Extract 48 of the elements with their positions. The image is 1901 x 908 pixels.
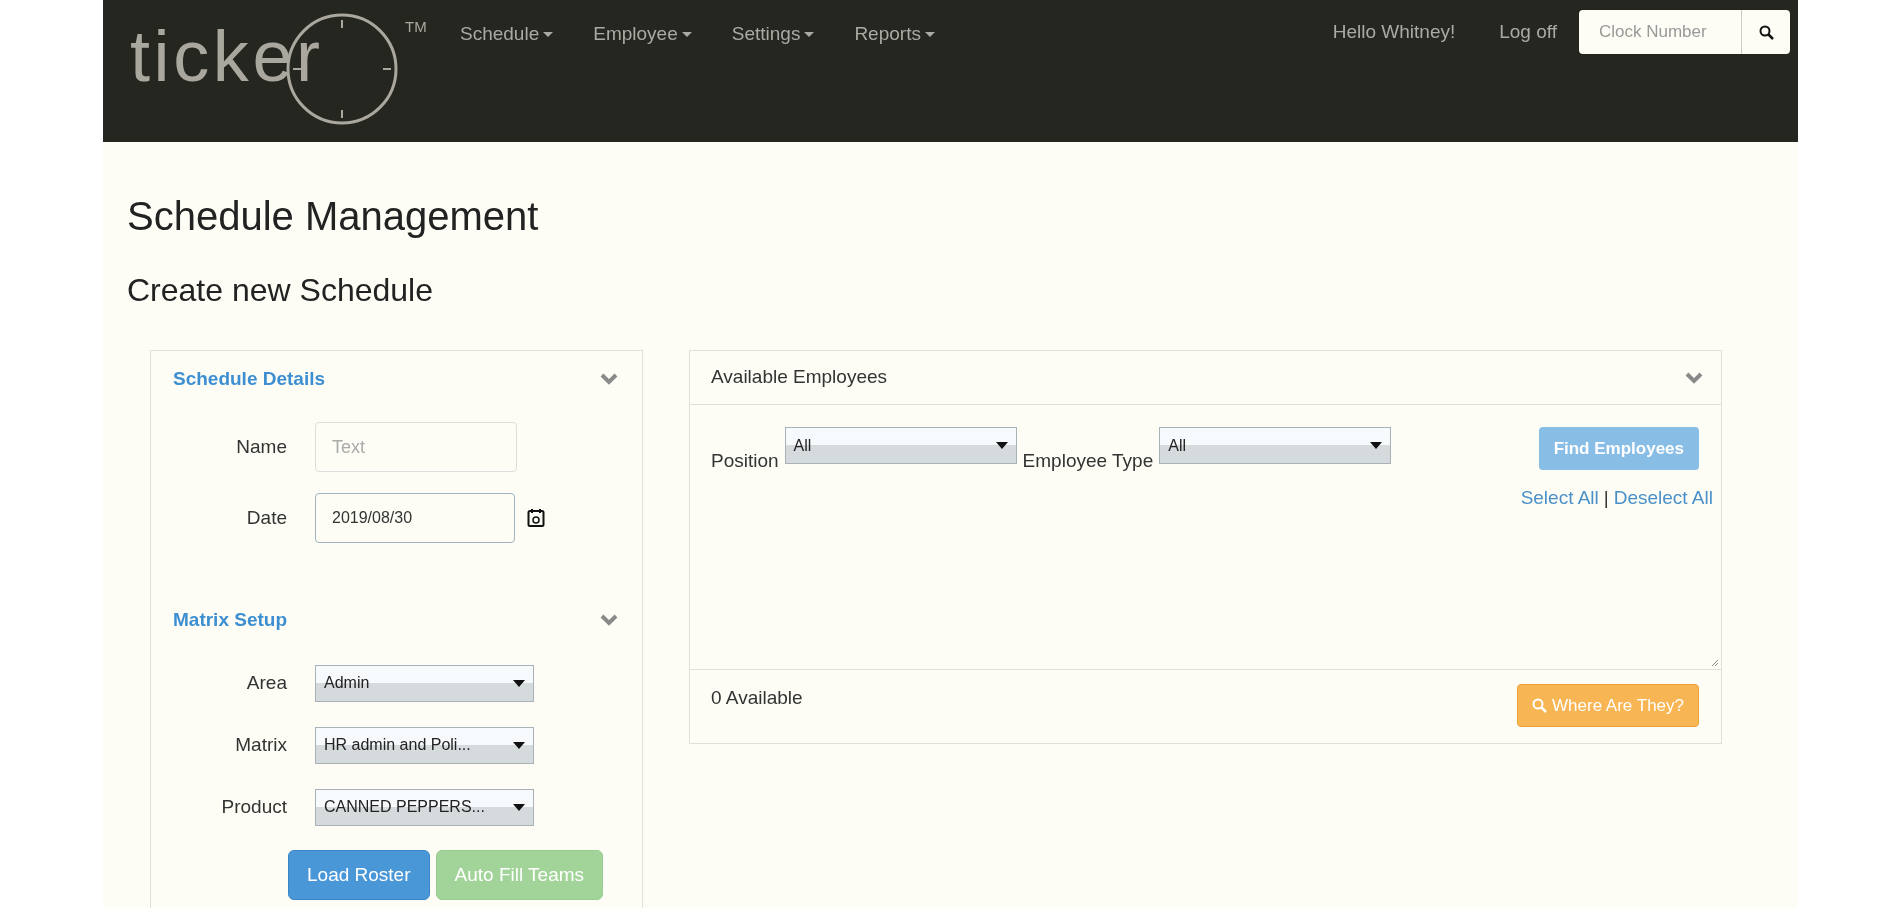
nav-menu[interactable]: Settings (731, 20, 815, 49)
field-label: Name (235, 434, 288, 459)
caret-icon (513, 741, 525, 749)
section-heading: Schedule Details (173, 367, 326, 391)
name-input-field[interactable]: Text (315, 422, 517, 472)
nav-menu[interactable]: Reports (854, 20, 935, 49)
chevron-down-icon[interactable] (600, 373, 618, 386)
trademark-mark: TM (405, 17, 427, 37)
select-dropdown[interactable]: HR admin and Poli... (315, 726, 534, 764)
search-icon (1532, 698, 1547, 713)
search-icon (1758, 24, 1774, 40)
field-label: Matrix (234, 732, 288, 757)
nav-menu[interactable]: Employee (593, 20, 692, 49)
nav-menu[interactable]: Schedule (460, 20, 554, 49)
select-dropdown[interactable]: CANNED PEPPERS... (315, 788, 534, 826)
clock-number-input-field[interactable]: Clock Number (1579, 10, 1741, 54)
caret-icon (995, 442, 1008, 449)
select-dropdown[interactable]: Admin (315, 664, 534, 702)
resize-handle-icon[interactable] (1711, 659, 1719, 667)
search-button[interactable] (1741, 10, 1790, 54)
caret-icon (1370, 442, 1383, 449)
caret-icon (543, 31, 554, 37)
link-separator: | (1603, 486, 1609, 510)
caret-icon (804, 31, 815, 37)
section-heading: Matrix Setup (173, 607, 288, 632)
page-subtitle: Create new Schedule (127, 271, 434, 310)
filter-label: Position (711, 449, 779, 473)
select-dropdown[interactable]: All (784, 427, 1017, 464)
field-label: Area (245, 670, 288, 695)
available-count: 0 Available (711, 686, 803, 710)
chevron-down-icon[interactable] (1685, 371, 1703, 384)
filter-label: Employee Type (1022, 449, 1154, 473)
date-input-field[interactable]: 2019/08/30 (315, 493, 515, 543)
select-all-link[interactable]: Select All (1520, 484, 1599, 513)
greeting-text: Hello Whitney! (1332, 19, 1456, 44)
select-dropdown[interactable]: All (1159, 427, 1392, 464)
log-off-link[interactable]: Log off (1499, 17, 1557, 47)
field-label: Date (245, 505, 288, 530)
deselect-all-link[interactable]: Deselect All (1613, 484, 1713, 513)
chevron-down-icon[interactable] (600, 613, 618, 626)
panel-heading: Available Employees (711, 365, 888, 390)
caret-icon (513, 679, 525, 687)
caret-icon (513, 803, 525, 811)
caret-icon (924, 31, 935, 37)
caret-icon (681, 31, 692, 37)
calendar-icon[interactable] (527, 508, 545, 528)
field-label: Product (220, 794, 288, 819)
page-title: Schedule Management (127, 193, 540, 240)
